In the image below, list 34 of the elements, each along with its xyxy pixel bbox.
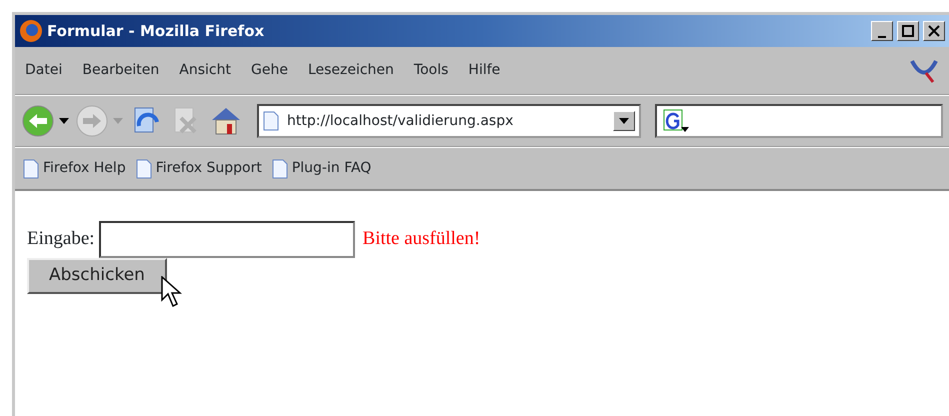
page-icon xyxy=(136,158,152,178)
maximize-button[interactable] xyxy=(897,21,919,41)
address-bar[interactable]: http://localhost/validierung.aspx xyxy=(257,104,641,138)
page-icon xyxy=(263,111,279,131)
maximize-icon xyxy=(902,25,914,38)
error-message: Bitte ausfüllen! xyxy=(362,227,480,252)
mouse-cursor-icon xyxy=(161,276,183,308)
dropdown-arrow-icon[interactable] xyxy=(59,118,69,124)
bookmark-link[interactable]: Firefox Help xyxy=(23,158,126,179)
close-icon xyxy=(928,25,940,38)
page-icon xyxy=(23,158,39,178)
firefox-logo-icon xyxy=(19,19,43,43)
minimize-button[interactable] xyxy=(871,21,893,41)
input-label: Eingabe: xyxy=(27,227,95,252)
menu-item[interactable]: Lesezeichen xyxy=(308,60,394,81)
close-button[interactable] xyxy=(923,21,945,41)
address-text: http://localhost/validierung.aspx xyxy=(287,112,514,130)
bookmark-link[interactable]: Plug-in FAQ xyxy=(272,158,372,179)
bookmark-link[interactable]: Firefox Support xyxy=(136,158,262,179)
menu-item[interactable]: Tools xyxy=(414,60,448,81)
page-icon xyxy=(272,158,288,178)
menu-item[interactable]: Bearbeiten xyxy=(82,60,160,81)
minimize-icon xyxy=(878,36,886,38)
submit-button[interactable]: Abschicken xyxy=(27,258,167,294)
menu-item[interactable]: Datei xyxy=(25,60,62,81)
menu-item[interactable]: Ansicht xyxy=(179,60,231,81)
menu-item[interactable]: Gehe xyxy=(250,60,288,81)
search-engine-icon xyxy=(663,109,689,133)
menu-item[interactable]: Hilfe xyxy=(468,60,500,81)
dropdown-arrow-icon xyxy=(619,118,629,124)
dropdown-button[interactable] xyxy=(613,111,635,131)
input-field[interactable] xyxy=(98,221,355,258)
search-field[interactable] xyxy=(655,104,943,138)
window-title: Formular - Mozilla Firefox xyxy=(47,20,264,42)
